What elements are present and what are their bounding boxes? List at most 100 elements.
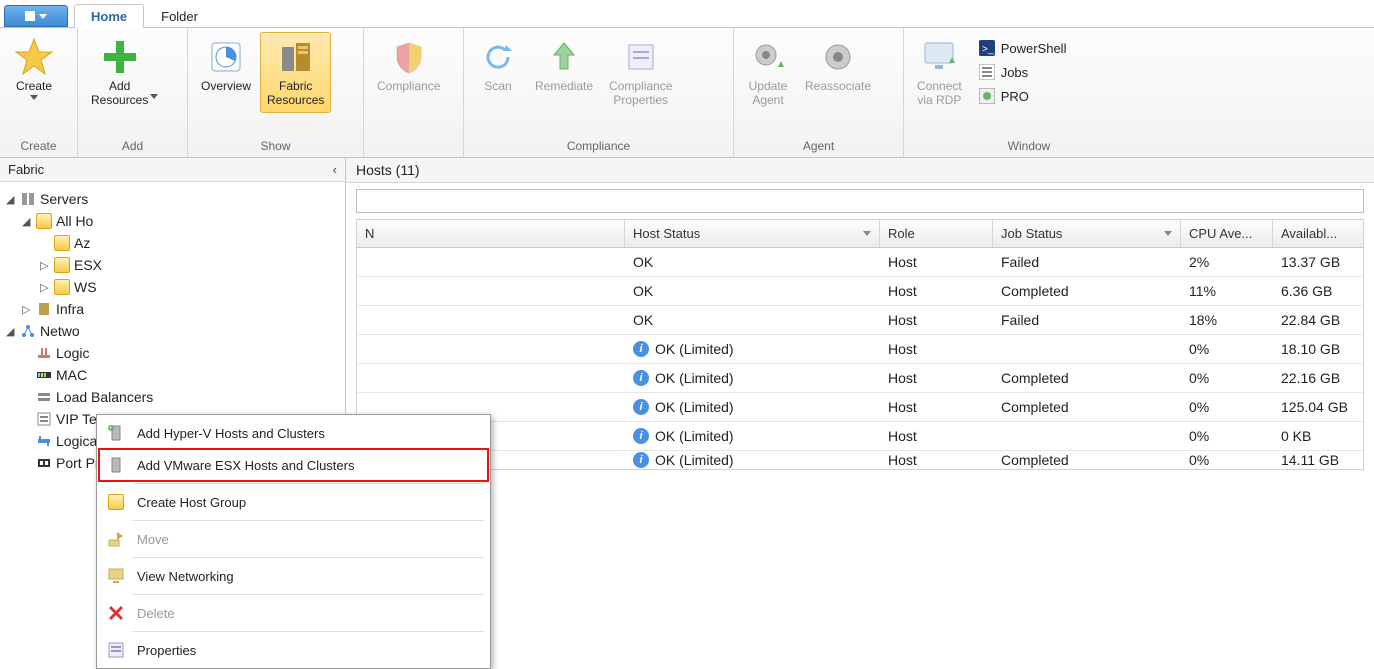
expand-icon: ▷ xyxy=(40,259,50,272)
col-host-status[interactable]: Host Status xyxy=(625,220,880,247)
pro-label: PRO xyxy=(1001,89,1029,104)
cell-status: OK xyxy=(625,306,880,334)
tree-esx[interactable]: ▷ ESX xyxy=(4,254,341,276)
pro-button[interactable]: PRO xyxy=(975,86,1071,106)
update-agent-button[interactable]: Update Agent xyxy=(740,32,796,113)
table-row[interactable]: iOK (Limited)Host0%18.10 GB xyxy=(357,335,1363,364)
tree-label: ESX xyxy=(74,257,102,273)
app-icon xyxy=(25,11,35,21)
col-role[interactable]: Role xyxy=(880,220,993,247)
table-row[interactable]: OKHostCompleted11%6.36 GB xyxy=(357,277,1363,306)
tree-label: Load Balancers xyxy=(56,389,153,405)
reassociate-button[interactable]: Reassociate xyxy=(798,32,878,98)
menu-add-vmware[interactable]: Add VMware ESX Hosts and Clusters xyxy=(99,449,488,481)
powershell-label: PowerShell xyxy=(1001,41,1067,56)
cell-memory: 14.11 GB xyxy=(1273,451,1363,469)
group-add-label: Add xyxy=(78,137,187,157)
menu-move: Move xyxy=(99,523,488,555)
info-icon: i xyxy=(633,370,649,386)
cell-memory: 22.16 GB xyxy=(1273,364,1363,392)
hosts-title: Hosts (11) xyxy=(346,158,1374,183)
cell-memory: 0 KB xyxy=(1273,422,1363,450)
compliance-properties-button[interactable]: Compliance Properties xyxy=(602,32,679,113)
tree-networking[interactable]: ◢ Netwo xyxy=(4,320,341,342)
menu-label: Add VMware ESX Hosts and Clusters xyxy=(137,458,354,473)
cell-role: Host xyxy=(880,277,993,305)
cell-name xyxy=(357,306,625,334)
tree-ws[interactable]: ▷ WS xyxy=(4,276,341,298)
jobs-button[interactable]: Jobs xyxy=(975,62,1071,82)
scan-button[interactable]: Scan xyxy=(470,32,526,98)
menu-label: View Networking xyxy=(137,569,234,584)
arrow-up-icon xyxy=(544,37,584,77)
menu-create-host-group[interactable]: Create Host Group xyxy=(99,486,488,518)
search-input[interactable] xyxy=(356,189,1364,213)
tree-servers[interactable]: ◢ Servers xyxy=(4,188,341,210)
tree-logical-networks[interactable]: Logic xyxy=(4,342,341,364)
menu-add-hyperv[interactable]: + Add Hyper-V Hosts and Clusters xyxy=(99,417,488,449)
connect-rdp-label: Connect via RDP xyxy=(917,79,962,108)
table-row[interactable]: OKHostFailed2%13.37 GB xyxy=(357,248,1363,277)
add-resources-button[interactable]: Add Resources xyxy=(84,32,155,120)
cell-job: Completed xyxy=(993,393,1181,421)
folder-icon xyxy=(54,257,70,273)
tree-load-balancers[interactable]: Load Balancers xyxy=(4,386,341,408)
collapse-sidebar-button[interactable]: ‹ xyxy=(333,162,337,177)
chevron-down-icon xyxy=(30,95,38,100)
table-row[interactable]: iOK (Limited)HostCompleted0%14.11 GB xyxy=(357,451,1363,469)
compliance-button[interactable]: Compliance xyxy=(370,32,447,98)
powershell-button[interactable]: >_ PowerShell xyxy=(975,38,1071,58)
group-compliance-label: Compliance xyxy=(464,137,733,157)
expand-icon: ▷ xyxy=(22,303,32,316)
system-menu[interactable] xyxy=(4,5,68,27)
tree-infrastructure[interactable]: ▷ Infra xyxy=(4,298,341,320)
col-cpu[interactable]: CPU Ave... xyxy=(1181,220,1273,247)
port-icon xyxy=(36,455,52,471)
cell-cpu: 0% xyxy=(1181,422,1273,450)
table-row[interactable]: iOK (Limited)Host0%0 KB xyxy=(357,422,1363,451)
cell-role: Host xyxy=(880,393,993,421)
tree-all-hosts[interactable]: ◢ All Ho xyxy=(4,210,341,232)
folder-icon xyxy=(54,235,70,251)
fabric-resources-button[interactable]: Fabric Resources xyxy=(260,32,331,113)
table-row[interactable]: OKHostFailed18%22.84 GB xyxy=(357,306,1363,335)
cell-job: Failed xyxy=(993,248,1181,276)
create-label: Create xyxy=(16,79,52,93)
mac-icon xyxy=(36,367,52,383)
tab-folder[interactable]: Folder xyxy=(144,4,215,28)
refresh-icon xyxy=(478,37,518,77)
logical-net-icon xyxy=(36,345,52,361)
cell-name xyxy=(357,335,625,363)
menu-label: Create Host Group xyxy=(137,495,246,510)
menu-view-networking[interactable]: View Networking xyxy=(99,560,488,592)
list-icon xyxy=(979,64,995,80)
folder-icon xyxy=(36,213,52,229)
tree-mac-pools[interactable]: MAC xyxy=(4,364,341,386)
create-button[interactable]: Create xyxy=(6,32,62,105)
tab-home[interactable]: Home xyxy=(74,4,144,28)
overview-button[interactable]: Overview xyxy=(194,32,258,98)
table-row[interactable]: iOK (Limited)HostCompleted0%125.04 GB xyxy=(357,393,1363,422)
cell-status: iOK (Limited) xyxy=(625,335,880,363)
monitor-icon xyxy=(919,37,959,77)
tree-azure[interactable]: Az xyxy=(4,232,341,254)
scan-label: Scan xyxy=(484,79,511,93)
remediate-button[interactable]: Remediate xyxy=(528,32,600,98)
add-resources-label: Add Resources xyxy=(91,79,148,108)
connect-rdp-button[interactable]: Connect via RDP xyxy=(910,32,969,113)
reassociate-label: Reassociate xyxy=(805,79,871,93)
filter-icon xyxy=(1164,231,1172,236)
col-job-status[interactable]: Job Status xyxy=(993,220,1181,247)
info-icon: i xyxy=(633,428,649,444)
cell-memory: 18.10 GB xyxy=(1273,335,1363,363)
chevron-down-icon xyxy=(150,94,158,99)
tree-label: Infra xyxy=(56,301,84,317)
cell-job: Completed xyxy=(993,451,1181,469)
menu-properties[interactable]: Properties xyxy=(99,634,488,666)
col-memory[interactable]: Availabl... xyxy=(1273,220,1363,247)
tree-label: Servers xyxy=(40,191,88,207)
cell-name xyxy=(357,364,625,392)
grid-header: N Host Status Role Job Status CPU Ave...… xyxy=(357,220,1363,248)
col-name[interactable]: N xyxy=(357,220,625,247)
table-row[interactable]: iOK (Limited)HostCompleted0%22.16 GB xyxy=(357,364,1363,393)
